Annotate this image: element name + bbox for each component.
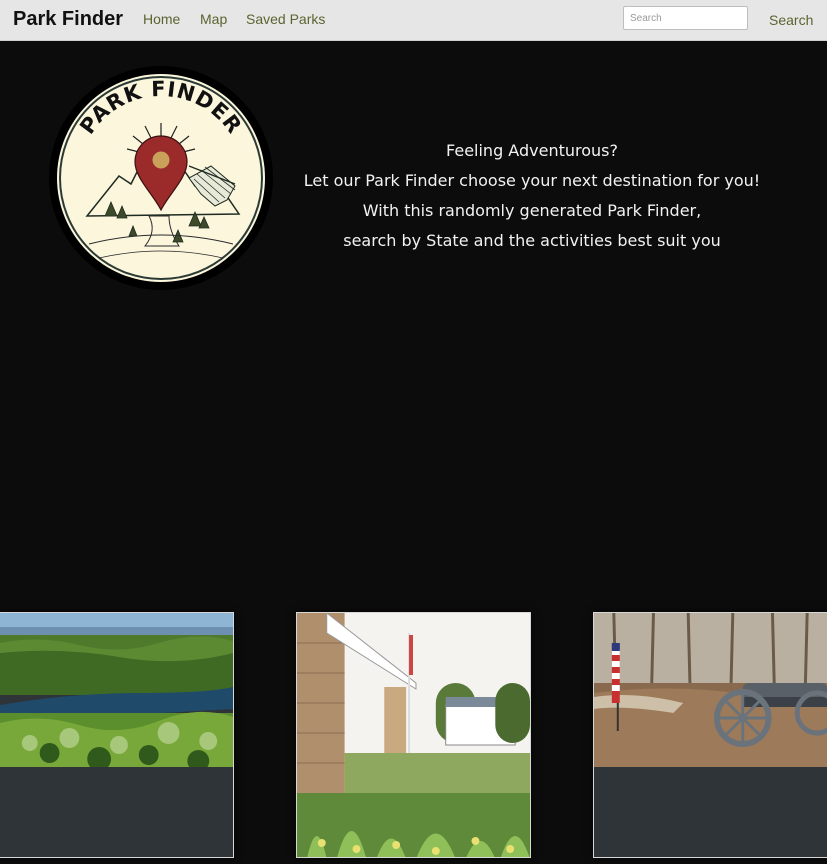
nav-link-saved-parks[interactable]: Saved Parks [246,11,325,27]
park-card-2[interactable] [296,612,531,858]
park-card-3[interactable] [593,612,827,858]
cannon-flag-photo [594,613,827,767]
lake-forest-photo [0,613,233,767]
navbar: Park Finder Home Map Saved Parks Search [0,0,827,41]
search-input[interactable] [623,6,748,30]
tagline-line-2: Let our Park Finder choose your next des… [303,171,761,190]
fort-building-photo [297,613,530,857]
flag-icon [611,643,620,703]
brand-title[interactable]: Park Finder [13,8,123,31]
park-finder-logo: PARK FINDER [49,66,273,290]
nav-link-map[interactable]: Map [200,11,227,27]
nav-link-home[interactable]: Home [143,11,180,27]
search-button[interactable]: Search [769,12,813,28]
tagline-line-1: Feeling Adventurous? [446,141,618,160]
park-card-1[interactable] [0,612,234,858]
tagline-line-3: With this randomly generated Park Finder… [362,201,702,220]
hero-tagline: Feeling Adventurous? Let our Park Finder… [295,139,769,259]
tagline-line-4: search by State and the activities best … [343,231,721,250]
